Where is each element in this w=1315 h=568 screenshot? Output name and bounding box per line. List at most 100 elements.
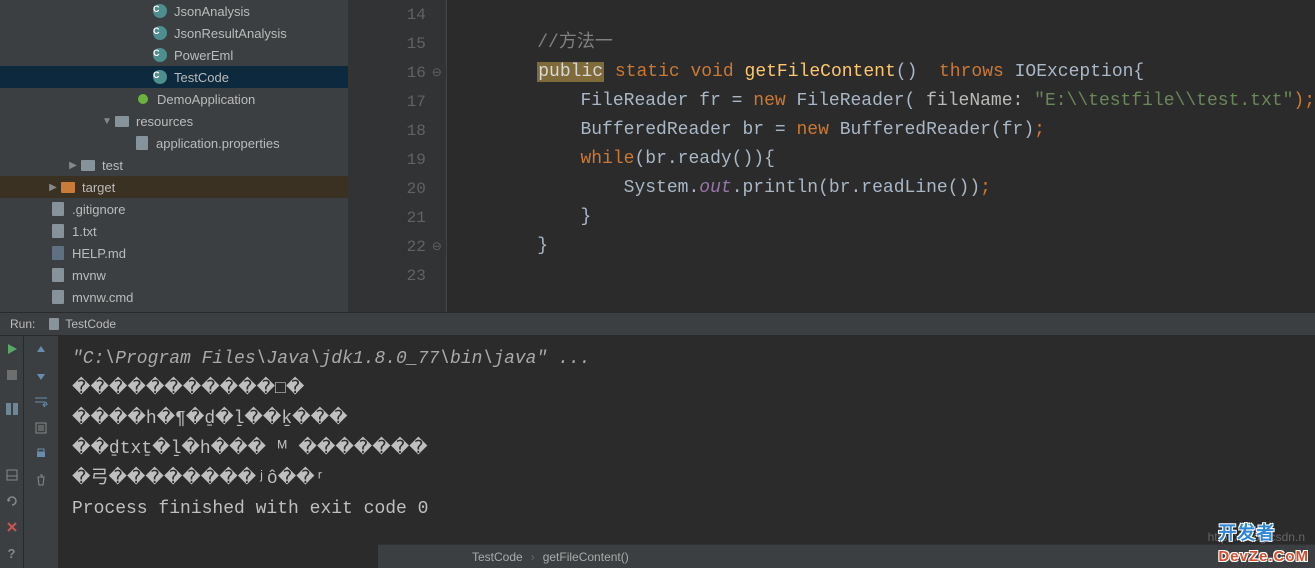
gutter-line[interactable]: 23	[349, 261, 446, 290]
file-icon	[50, 201, 66, 217]
expand-arrow-icon[interactable]: ▼	[100, 116, 114, 127]
gutter-line[interactable]: 17	[349, 87, 446, 116]
file-icon	[47, 317, 61, 331]
expand-arrow-icon[interactable]: ▶	[66, 160, 80, 171]
tree-item-resources[interactable]: ▼ resources	[0, 110, 348, 132]
tree-item-label: JsonResultAnalysis	[174, 26, 287, 41]
tree-item-label: JsonAnalysis	[174, 4, 250, 19]
expand-arrow-icon[interactable]: ▶	[46, 182, 60, 193]
class-icon: C	[153, 4, 167, 18]
gutter-line[interactable]: 18	[349, 116, 446, 145]
tree-item-application-properties[interactable]: application.properties	[0, 132, 348, 154]
file-icon	[134, 135, 150, 151]
folder-icon	[114, 113, 130, 129]
run-tab-label: Run:	[4, 317, 41, 331]
down-button[interactable]	[31, 366, 51, 386]
console-line: ����h�¶�ḏ�ḻ��ḵ���	[72, 404, 1301, 434]
code-line[interactable]	[451, 0, 1315, 29]
tree-item-label: mvnw.cmd	[72, 290, 133, 305]
folder-icon	[80, 157, 96, 173]
code-line[interactable]: //方法一	[451, 29, 1315, 58]
tree-item-pom-xml[interactable]: mpom.xml	[0, 308, 348, 312]
rerun-button[interactable]	[0, 336, 24, 362]
tree-item-label: resources	[136, 114, 193, 129]
code-line[interactable]: public static void getFileContent() thro…	[451, 58, 1315, 87]
markdown-icon	[50, 245, 66, 261]
run-panel-header: Run: TestCode	[0, 312, 1315, 336]
gutter-line[interactable]: 16⊖	[349, 58, 446, 87]
wrap-button[interactable]	[31, 392, 51, 412]
tree-item--gitignore[interactable]: .gitignore	[0, 198, 348, 220]
class-icon: C	[153, 70, 167, 84]
code-line[interactable]: }	[451, 232, 1315, 261]
spring-boot-icon	[135, 91, 151, 107]
console-line: ��ḏtxṯ�ḻ�h��� ᴹ �������	[72, 434, 1301, 464]
tree-item-label: mvnw	[72, 268, 106, 283]
tree-item-demoapplication[interactable]: DemoApplication	[0, 88, 348, 110]
console-line: "C:\Program Files\Java\jdk1.8.0_77\bin\j…	[72, 344, 1301, 374]
tree-item-mvnw[interactable]: mvnw	[0, 264, 348, 286]
console-output[interactable]: "C:\Program Files\Java\jdk1.8.0_77\bin\j…	[58, 336, 1315, 568]
code-line[interactable]	[451, 261, 1315, 290]
gutter-line[interactable]: 14	[349, 0, 446, 29]
tree-item-label: .gitignore	[72, 202, 125, 217]
print-button[interactable]	[31, 444, 51, 464]
fold-icon[interactable]: ⊖	[432, 65, 442, 80]
file-icon	[50, 267, 66, 283]
tree-item-mvnw-cmd[interactable]: mvnw.cmd	[0, 286, 348, 308]
breadcrumb-item[interactable]: TestCode	[468, 550, 527, 564]
gutter-line[interactable]: 15	[349, 29, 446, 58]
class-icon: C	[153, 48, 167, 62]
console-toolbar	[24, 336, 58, 568]
gutter-line[interactable]: 21	[349, 203, 446, 232]
tree-item-label: test	[102, 158, 123, 173]
gutter-line[interactable]: 20	[349, 174, 446, 203]
close-button[interactable]	[0, 514, 24, 540]
clear-button[interactable]	[31, 470, 51, 490]
scroll-button[interactable]	[31, 418, 51, 438]
stop-button[interactable]	[0, 362, 24, 388]
breadcrumb-item[interactable]: getFileContent()	[539, 550, 633, 564]
tree-item-testcode[interactable]: C TestCode	[0, 66, 348, 88]
project-tree: C JsonAnalysis C JsonResultAnalysis CPowerEm…	[0, 0, 349, 312]
class-icon: C	[153, 26, 167, 40]
layout-button[interactable]	[0, 396, 24, 422]
tree-item-label: target	[82, 180, 115, 195]
tree-item-label: HELP.md	[72, 246, 126, 261]
tree-item-powereml[interactable]: CPowerEml	[0, 44, 348, 66]
gutter-line[interactable]: 22⊖	[349, 232, 446, 261]
up-button[interactable]	[31, 340, 51, 360]
tree-item-test[interactable]: ▶ test	[0, 154, 348, 176]
code-line[interactable]: }	[451, 203, 1315, 232]
file-icon	[50, 289, 66, 305]
help-button[interactable]: ?	[0, 540, 24, 566]
tree-item-jsonresultanalysis[interactable]: C JsonResultAnalysis	[0, 22, 348, 44]
run-config-tab[interactable]: TestCode	[41, 317, 122, 331]
code-line[interactable]: while(br.ready()){	[451, 145, 1315, 174]
tree-item-1-txt[interactable]: 1.txt	[0, 220, 348, 242]
tree-item-label: TestCode	[174, 70, 229, 85]
tree-item-label: application.properties	[156, 136, 280, 151]
fold-icon[interactable]: ⊖	[432, 239, 442, 254]
console-line: �弓��������ʲô��ʳ	[72, 464, 1301, 494]
tree-item-help-md[interactable]: HELP.md	[0, 242, 348, 264]
maven-icon: m	[50, 311, 66, 312]
chevron-right-icon: ›	[527, 550, 539, 564]
tree-item-label: 1.txt	[72, 224, 97, 239]
file-icon	[50, 223, 66, 239]
breadcrumb: TestCode › getFileContent()	[378, 544, 1315, 568]
gutter-line[interactable]: 19	[349, 145, 446, 174]
run-side-toolbar: ?	[0, 336, 24, 568]
code-area[interactable]: //方法一 public static void getFileContent(…	[447, 0, 1315, 312]
folder-icon	[60, 179, 76, 195]
console-line: Process finished with exit code 0	[72, 494, 1301, 524]
tree-item-jsonanalysis[interactable]: C JsonAnalysis	[0, 0, 348, 22]
code-line[interactable]: System.out.println(br.readLine());	[451, 174, 1315, 203]
code-line[interactable]: BufferedReader br = new BufferedReader(f…	[451, 116, 1315, 145]
watermark-logo: 开发者 DevZe.CoM	[1218, 519, 1309, 566]
code-line[interactable]: FileReader fr = new FileReader( fileName…	[451, 87, 1315, 116]
tree-item-target[interactable]: ▶ target	[0, 176, 348, 198]
pin-button[interactable]	[0, 462, 24, 488]
restore-button[interactable]	[0, 488, 24, 514]
console-line: �����������□�	[72, 374, 1301, 404]
